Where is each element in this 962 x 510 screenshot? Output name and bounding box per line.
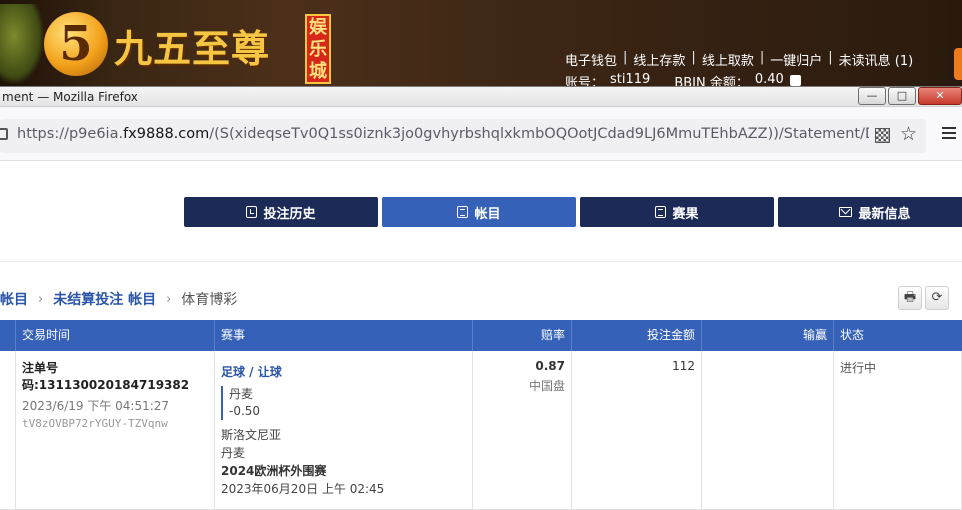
table-row: 注单号码:131130020184719382 2023/6/19 下午 04:…: [0, 351, 962, 510]
window-titlebar[interactable]: ment — Mozilla Firefox — □ ✕: [0, 87, 962, 107]
league: 2024欧洲杯外围赛: [221, 464, 327, 478]
balance-label: BBIN 余额：: [674, 76, 749, 86]
link-wallet[interactable]: 电子钱包: [565, 50, 617, 69]
bet-number: 注单号码:131130020184719382: [22, 361, 190, 392]
link-unread-messages[interactable]: 未读讯息 (1): [839, 50, 914, 69]
cell-status: 进行中: [834, 351, 962, 509]
top-links: 电子钱包 | 线上存款 | 线上取款 | 一键归户 | 未读讯息 (1): [565, 50, 914, 69]
cell-blank: [0, 351, 16, 509]
minimize-button[interactable]: —: [858, 87, 886, 105]
logo-badge: 娱 乐 城: [305, 14, 331, 84]
cell-stake: 112: [572, 351, 702, 509]
tab-bet-history[interactable]: 投注历史: [184, 197, 378, 227]
col-header-winloss: 输赢: [702, 320, 834, 351]
handicap: -0.50: [229, 404, 261, 418]
breadcrumb-current: 体育博彩: [181, 292, 238, 308]
tab-latest-news[interactable]: 最新信息: [778, 197, 962, 227]
cell-event: 足球 / 让球 丹麦 -0.50 斯洛文尼亚 丹麦 2024欧洲杯外围赛 202…: [215, 351, 473, 509]
odds-type: 中国盘: [528, 379, 565, 393]
breadcrumb-unsettled[interactable]: 未结算投注 帐目: [53, 289, 156, 309]
url-text[interactable]: https://p9e6ia.fx9888.com/(S(xideqseTv0Q…: [17, 126, 869, 142]
col-header-time: 交易时间: [16, 320, 215, 351]
qr-code-icon[interactable]: [875, 128, 890, 143]
window-controls: — □ ✕: [856, 87, 962, 105]
printer-icon: 🖶: [903, 290, 917, 305]
print-button[interactable]: 🖶: [898, 286, 922, 310]
cell-time: 注单号码:131130020184719382 2023/6/19 下午 04:…: [16, 351, 215, 509]
mail-icon: [839, 207, 853, 217]
chevron-right-icon: ›: [166, 291, 172, 307]
ticket-code: tV8zOVBP72rYGUY-TZVqnw: [22, 417, 168, 430]
tab-statement[interactable]: 帐目: [382, 197, 576, 227]
cell-winloss: [702, 351, 834, 509]
side-tab[interactable]: [954, 48, 962, 80]
refresh-icon: ⟳: [931, 290, 943, 305]
odds-value: 0.87: [535, 359, 565, 373]
main-nav: 投注历史 帐目 赛果 最新信息: [184, 197, 962, 227]
transaction-time: 2023/6/19 下午 04:51:27: [22, 399, 170, 413]
match-time: 2023年06月20日 上午 02:45: [221, 482, 385, 496]
away-team: 丹麦: [221, 446, 246, 460]
results-icon: [655, 206, 667, 218]
col-header-blank: [0, 320, 16, 351]
maximize-button[interactable]: □: [888, 87, 916, 105]
selection-box: 丹麦 -0.50: [221, 386, 466, 420]
leaf-decoration: [0, 4, 44, 84]
chevron-right-icon: ›: [38, 291, 44, 307]
refresh-button[interactable]: ⟳: [925, 286, 949, 310]
link-deposit[interactable]: 线上存款: [633, 50, 685, 69]
col-header-odds: 赔率: [473, 320, 572, 351]
link-withdraw[interactable]: 线上取款: [702, 50, 754, 69]
history-icon: [246, 206, 258, 218]
account-label: 账号：: [565, 76, 605, 86]
balance-value: 0.40: [754, 72, 784, 86]
status-value: 进行中: [840, 361, 877, 375]
statement-table: 交易时间 赛事 赔率 投注金额 输赢 状态 注单号码:1311300201847…: [0, 320, 962, 510]
close-button[interactable]: ✕: [918, 87, 962, 105]
selection: 丹麦: [229, 387, 254, 401]
statement-icon: [457, 206, 469, 218]
toolbar-actions: 🖶 ⟳: [898, 286, 949, 310]
breadcrumb-statement[interactable]: 帐目: [0, 289, 28, 309]
sport-market: 足球 / 让球: [221, 365, 282, 379]
link-consolidate[interactable]: 一键归户: [770, 50, 822, 69]
lock-icon[interactable]: [0, 128, 8, 140]
balance-refresh-icon[interactable]: [789, 75, 801, 86]
site-header: 5 九五至尊 娱 乐 城 电子钱包 | 线上存款 | 线上取款 | 一键归户 | 未读讯…: [0, 0, 962, 86]
col-header-status: 状态: [840, 328, 865, 342]
firefox-window: ment — Mozilla Firefox — □ ✕ https://p9e…: [0, 86, 962, 510]
stake-value: 112: [672, 359, 695, 373]
cell-odds: 0.87 中国盘: [473, 351, 572, 509]
breadcrumb: 帐目 › 未结算投注 帐目 › 体育博彩: [0, 289, 237, 309]
col-header-stake: 投注金额: [572, 320, 702, 351]
home-team: 斯洛文尼亚: [221, 428, 282, 442]
table-header: 交易时间 赛事 赔率 投注金额 输赢 状态: [0, 320, 962, 351]
hamburger-menu-icon[interactable]: [942, 127, 956, 139]
divider: [0, 261, 962, 262]
window-title: ment — Mozilla Firefox: [2, 90, 138, 104]
tab-results[interactable]: 赛果: [580, 197, 774, 227]
logo-title[interactable]: 九五至尊: [114, 18, 270, 73]
account-value: sti119: [610, 72, 651, 86]
url-bar[interactable]: https://p9e6ia.fx9888.com/(S(xideqseTv0Q…: [0, 119, 926, 153]
bookmark-star-icon[interactable]: ☆: [900, 123, 917, 145]
col-header-event: 赛事: [215, 320, 473, 351]
account-row: 账号： sti119 BBIN 余额： 0.40: [565, 72, 801, 86]
browser-toolbar: https://p9e6ia.fx9888.com/(S(xideqseTv0Q…: [0, 107, 962, 161]
logo-mark[interactable]: 5: [44, 12, 108, 76]
